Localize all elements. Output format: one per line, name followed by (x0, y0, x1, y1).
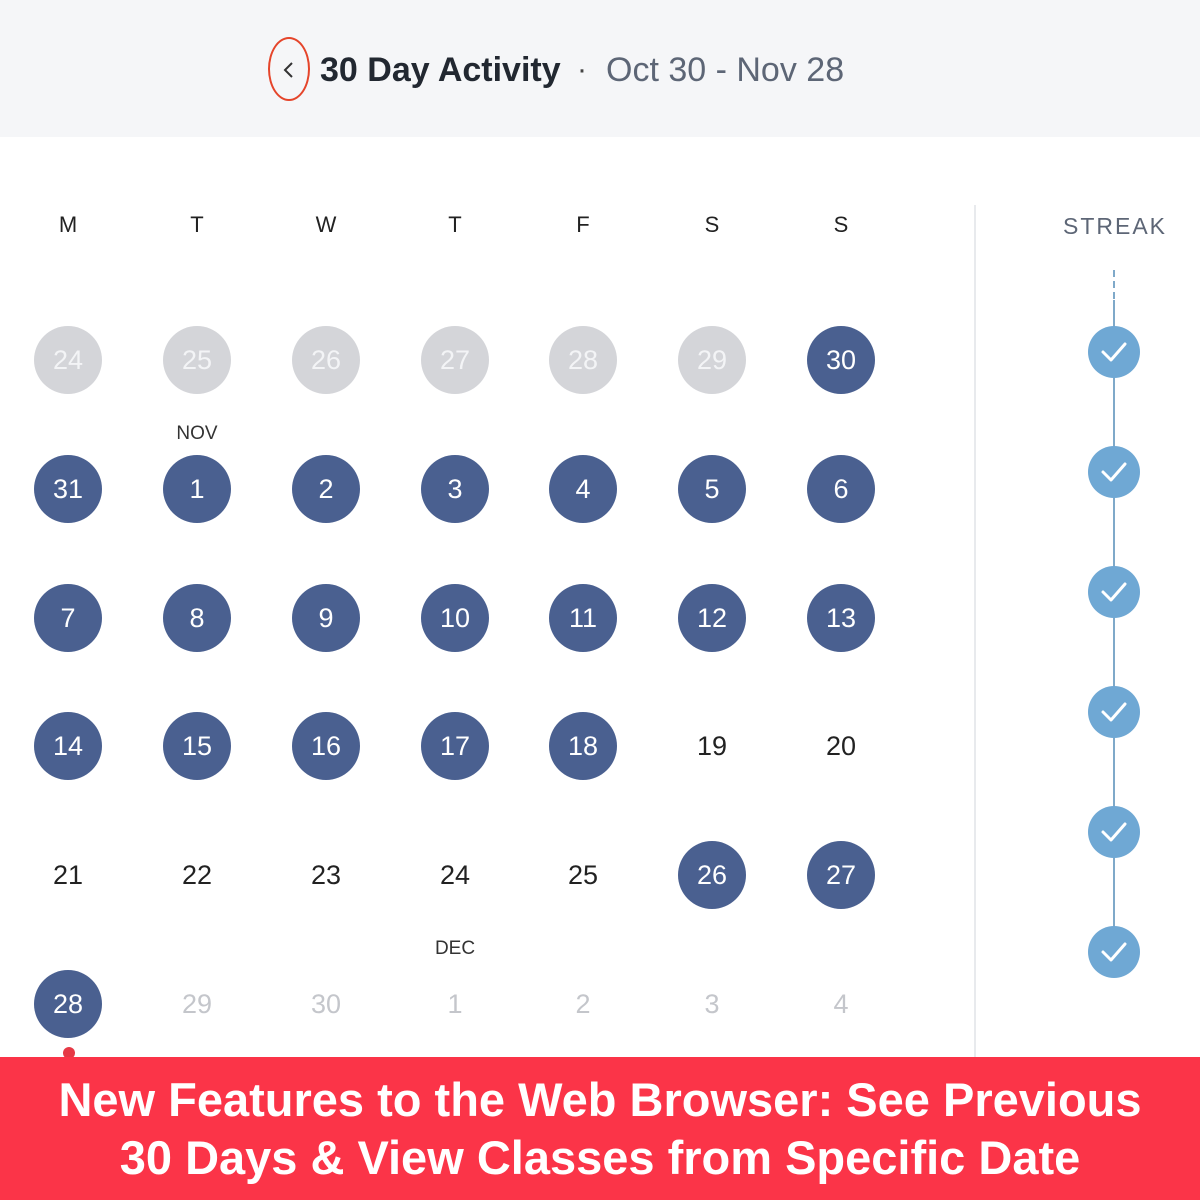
calendar-day-past[interactable]: 26 (292, 326, 360, 394)
calendar-day-plain[interactable]: 23 (292, 841, 360, 909)
weekday-label: T (190, 212, 204, 237)
calendar-day-active[interactable]: 17 (421, 712, 489, 780)
calendar-day-active[interactable]: 6 (807, 455, 875, 523)
streak-label: STREAK (1063, 213, 1168, 239)
calendar-day-active[interactable]: 7 (34, 584, 102, 652)
calendar-day-active[interactable]: 8 (163, 584, 231, 652)
calendar-day-future[interactable]: 1 (421, 970, 489, 1038)
calendar-day-active[interactable]: 2 (292, 455, 360, 523)
calendar-day-past[interactable]: 28 (549, 326, 617, 394)
weekday-label: F (576, 212, 590, 237)
month-label-nov: NOV (176, 423, 218, 444)
calendar-day-future[interactable]: 2 (549, 970, 617, 1038)
calendar-day-active[interactable]: 12 (678, 584, 746, 652)
calendar-day-past[interactable]: 29 (678, 326, 746, 394)
calendar-day-active[interactable]: 1 (163, 455, 231, 523)
calendar-day-active[interactable]: 30 (807, 326, 875, 394)
calendar-day-active[interactable]: 26 (678, 841, 746, 909)
calendar-day-active[interactable]: 13 (807, 584, 875, 652)
calendar-day-plain[interactable]: 25 (549, 841, 617, 909)
chevron-left-icon (283, 62, 293, 78)
header-bar: 30 Day Activity · Oct 30 - Nov 28 (0, 0, 1200, 137)
streak-check-icon (1088, 326, 1140, 378)
streak-check-icon (1088, 566, 1140, 618)
calendar-day-active[interactable]: 10 (421, 584, 489, 652)
streak-divider (974, 205, 976, 1060)
calendar-day-active[interactable]: 9 (292, 584, 360, 652)
calendar-day-active[interactable]: 16 (292, 712, 360, 780)
weekday-label: T (448, 212, 462, 237)
calendar-day-active[interactable]: 3 (421, 455, 489, 523)
calendar-day-past[interactable]: 27 (421, 326, 489, 394)
previous-period-button[interactable] (268, 37, 310, 101)
calendar-day-active[interactable]: 11 (549, 584, 617, 652)
calendar-day-future[interactable]: 3 (678, 970, 746, 1038)
weekday-label: M (58, 212, 78, 237)
calendar-day-plain[interactable]: 24 (421, 841, 489, 909)
calendar-day-plain[interactable]: 20 (807, 712, 875, 780)
page-title: 30 Day Activity (320, 51, 561, 89)
date-range: Oct 30 - Nov 28 (606, 51, 845, 89)
calendar-day-past[interactable]: 24 (34, 326, 102, 394)
streak-check-icon (1088, 806, 1140, 858)
weekday-label: S (704, 212, 720, 237)
calendar-day-active[interactable]: 28 (34, 970, 102, 1038)
calendar-day-active[interactable]: 27 (807, 841, 875, 909)
announcement-banner: New Features to the Web Browser: See Pre… (0, 1057, 1200, 1200)
streak-check-icon (1088, 446, 1140, 498)
streak-check-icon (1088, 686, 1140, 738)
calendar-day-active[interactable]: 15 (163, 712, 231, 780)
weekday-label: W (315, 212, 337, 237)
weekday-label: S (833, 212, 849, 237)
title-separator: · (577, 53, 587, 86)
calendar-day-active[interactable]: 14 (34, 712, 102, 780)
calendar-day-active[interactable]: 4 (549, 455, 617, 523)
calendar-day-future[interactable]: 30 (292, 970, 360, 1038)
banner-line-1: New Features to the Web Browser: See Pre… (58, 1073, 1142, 1126)
calendar-day-future[interactable]: 4 (807, 970, 875, 1038)
calendar-day-plain[interactable]: 22 (163, 841, 231, 909)
calendar-day-active[interactable]: 31 (34, 455, 102, 523)
banner-line-2: 30 Days & View Classes from Specific Dat… (119, 1131, 1081, 1184)
calendar-day-plain[interactable]: 19 (678, 712, 746, 780)
calendar-day-plain[interactable]: 21 (34, 841, 102, 909)
calendar-day-past[interactable]: 25 (163, 326, 231, 394)
calendar-day-active[interactable]: 18 (549, 712, 617, 780)
calendar-day-active[interactable]: 5 (678, 455, 746, 523)
streak-connector-dashed (1113, 270, 1115, 300)
month-label-dec: DEC (434, 938, 476, 959)
calendar-day-future[interactable]: 29 (163, 970, 231, 1038)
streak-check-icon (1088, 926, 1140, 978)
